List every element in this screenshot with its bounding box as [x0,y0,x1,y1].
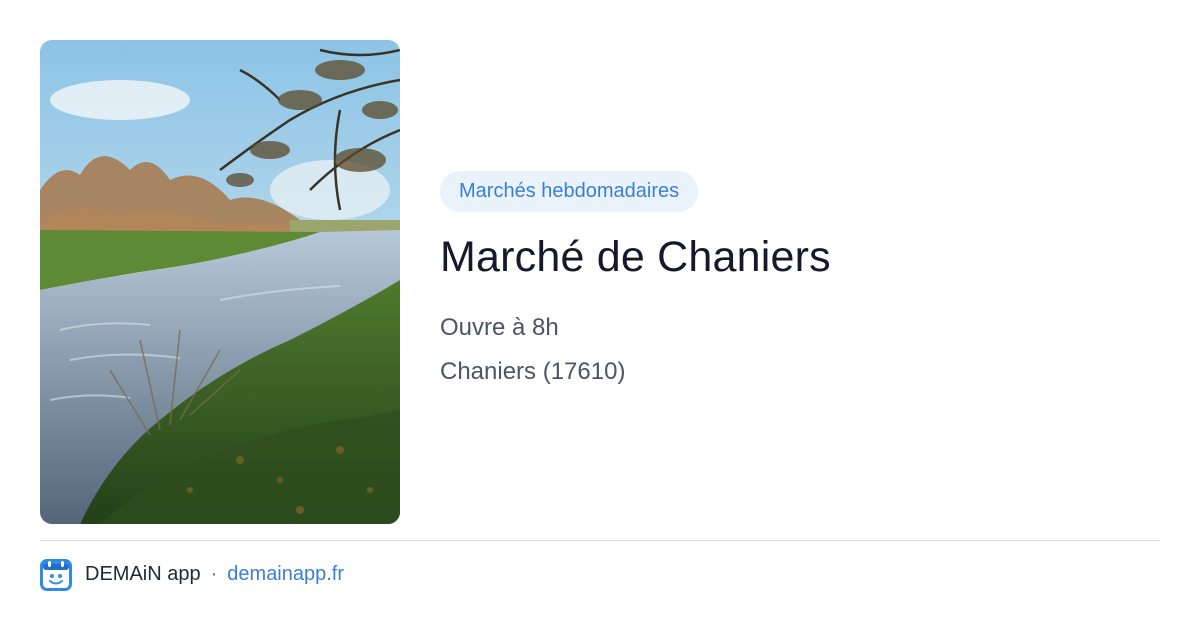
demain-logo-icon [40,558,72,591]
app-url-link[interactable]: demainapp.fr [227,563,344,586]
category-badge[interactable]: Marchés hebdomadaires [440,171,699,212]
app-name: DEMAiN app [85,563,201,585]
market-title: Marché de Chaniers [440,233,831,281]
market-info: Marchés hebdomadaires Marché de Chaniers… [440,171,1160,387]
market-location: Chaniers (17610) [440,358,626,385]
divider [40,540,1160,541]
opening-hours: Ouvre à 8h [440,314,559,341]
separator-dot: · [210,563,218,585]
footer: DEMAiN app · demainapp.fr [40,558,344,591]
market-photo [40,40,400,524]
